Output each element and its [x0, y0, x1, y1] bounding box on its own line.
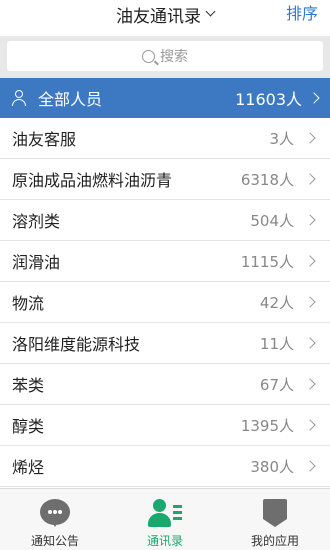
group-name: 物流: [12, 294, 45, 313]
sort-button[interactable]: 排序: [286, 0, 318, 28]
list-item[interactable]: 洛阳维度能源科技 11人: [0, 323, 330, 364]
top-bar: 油友通讯录 排序: [0, 0, 330, 36]
page-title: 油友通讯录: [116, 6, 201, 27]
list-item[interactable]: 润滑油 1115人: [0, 241, 330, 282]
group-name: 油友客服: [12, 130, 77, 149]
person-icon: [12, 90, 26, 106]
all-members-label: 全部人员: [38, 90, 103, 109]
group-count: 11人: [259, 334, 294, 353]
group-list: 油友客服 3人 原油成品油燃料油沥青 6318人 溶剂类 504人 润滑油 1115人 …: [0, 118, 330, 487]
list-item[interactable]: 油友客服 3人: [0, 118, 330, 159]
contacts-title-dropdown[interactable]: 油友通讯录: [0, 0, 330, 28]
chevron-right-icon: [308, 92, 320, 104]
chevron-right-icon: [304, 173, 316, 185]
chevron-right-icon: [304, 419, 316, 431]
list-item[interactable]: 苯类 67人: [0, 364, 330, 405]
group-count: 3人: [269, 129, 294, 148]
group-count: 1115人: [240, 252, 294, 271]
chevron-right-icon: [304, 255, 316, 267]
group-name: 洛阳维度能源科技: [12, 335, 141, 354]
list-item[interactable]: 原油成品油燃料油沥青 6318人: [0, 159, 330, 200]
list-item[interactable]: 物流 42人: [0, 282, 330, 323]
chevron-right-icon: [304, 296, 316, 308]
chevron-down-icon: [205, 6, 216, 17]
tab-notices[interactable]: 通知公告: [0, 489, 110, 550]
search-icon: [142, 49, 155, 63]
group-name: 润滑油: [12, 253, 61, 272]
tab-contacts[interactable]: 通讯录: [110, 489, 220, 550]
chat-bubble-icon: [40, 499, 70, 527]
contacts-icon: [148, 499, 182, 527]
group-name: 苯类: [12, 376, 45, 395]
group-name: 原油成品油燃料油沥青: [12, 171, 173, 190]
list-item[interactable]: 醇类 1395人: [0, 405, 330, 446]
all-members-count: 11603人: [235, 90, 302, 109]
chevron-right-icon: [304, 378, 316, 390]
group-count: 6318人: [240, 170, 294, 189]
chevron-right-icon: [304, 337, 316, 349]
search-input[interactable]: 搜索: [7, 41, 323, 71]
list-item[interactable]: 烯烃 380人: [0, 446, 330, 487]
chevron-right-icon: [304, 460, 316, 472]
tab-label: 通知公告: [30, 534, 79, 548]
group-count: 67人: [259, 375, 294, 394]
group-count: 42人: [259, 293, 294, 312]
tab-label: 我的应用: [250, 534, 299, 548]
all-members-row[interactable]: 全部人员 11603人: [0, 78, 330, 118]
group-count: 1395人: [240, 416, 294, 435]
tab-label: 通讯录: [146, 534, 183, 548]
chevron-right-icon: [304, 132, 316, 144]
group-name: 烯烃: [12, 458, 45, 477]
group-count: 504人: [250, 211, 294, 230]
group-name: 溶剂类: [12, 212, 61, 231]
group-count: 380人: [250, 457, 294, 476]
apps-icon: [263, 499, 287, 527]
tab-my-apps[interactable]: 我的应用: [220, 489, 330, 550]
list-item[interactable]: 溶剂类 504人: [0, 200, 330, 241]
search-bar: 搜索: [0, 36, 330, 78]
search-placeholder: 搜索: [160, 49, 188, 65]
bottom-tab-bar: 通知公告 通讯录 我的应用: [0, 488, 330, 550]
group-name: 醇类: [12, 417, 45, 436]
chevron-right-icon: [304, 214, 316, 226]
